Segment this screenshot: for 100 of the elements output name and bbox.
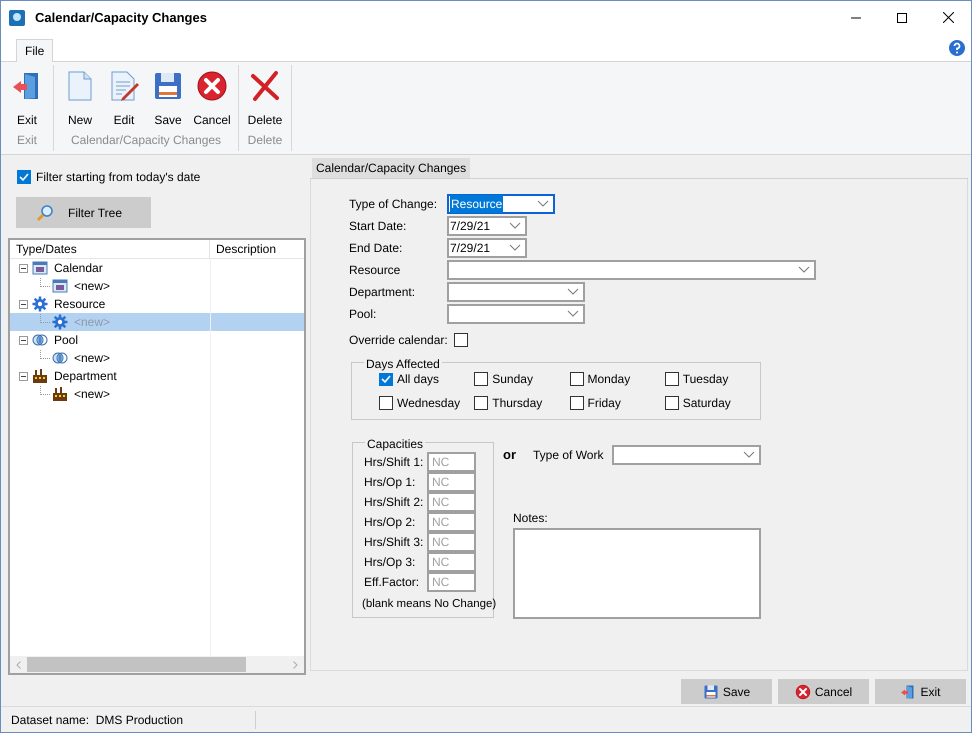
factory-icon bbox=[52, 386, 68, 402]
input-field[interactable]: NC bbox=[427, 552, 476, 572]
collapse-toggle-icon[interactable] bbox=[19, 264, 28, 272]
input-field[interactable]: NC bbox=[427, 452, 476, 472]
status-text: Dataset name: DMS Production bbox=[11, 710, 256, 728]
dropdown-field[interactable]: 7/29/21 bbox=[447, 238, 527, 258]
chevron-down-icon bbox=[509, 244, 521, 252]
toolbar-button[interactable]: Exit bbox=[5, 65, 49, 129]
collapse-toggle-icon[interactable] bbox=[19, 300, 28, 308]
field-label: Resource bbox=[349, 262, 402, 279]
chevron-down-icon bbox=[567, 288, 579, 296]
panel-tab[interactable]: Calendar/Capacity Changes bbox=[312, 158, 470, 178]
horizontal-scrollbar[interactable] bbox=[10, 656, 304, 673]
chevron-down-icon bbox=[567, 310, 579, 318]
checkbox[interactable] bbox=[664, 396, 679, 410]
close-icon bbox=[942, 12, 954, 23]
field-label: Hrs/Op 1: bbox=[364, 474, 416, 491]
group-label: Calendar/Capacity Changes bbox=[70, 132, 222, 149]
input-field[interactable]: NC bbox=[427, 572, 476, 592]
cancel-icon bbox=[794, 684, 811, 700]
footer-button[interactable]: Cancel bbox=[778, 679, 869, 704]
dropdown-field[interactable]: Resource bbox=[447, 194, 555, 214]
or-label: or bbox=[503, 446, 517, 464]
dropdown-field[interactable] bbox=[447, 260, 816, 280]
checkbox[interactable] bbox=[474, 372, 488, 386]
checkbox[interactable] bbox=[570, 396, 584, 410]
field-label: Pool: bbox=[349, 306, 378, 323]
maximize-icon bbox=[897, 12, 907, 22]
field-label: Hrs/Shift 1: bbox=[364, 454, 424, 471]
linked-circles-icon bbox=[32, 332, 48, 348]
input-field[interactable]: NC bbox=[427, 472, 476, 492]
tree-item[interactable]: Calendar bbox=[10, 259, 304, 277]
checkbox[interactable] bbox=[454, 333, 468, 347]
field-label: End Date: bbox=[349, 240, 404, 257]
input-field[interactable]: NC bbox=[427, 492, 476, 512]
chevron-down-icon bbox=[537, 200, 549, 208]
checkbox[interactable] bbox=[474, 396, 488, 410]
checkbox-label: Wednesday bbox=[397, 395, 460, 412]
tree-item[interactable]: Department bbox=[10, 367, 304, 385]
toolbar-button[interactable]: Save bbox=[146, 65, 190, 129]
chevron-down-icon bbox=[798, 266, 810, 274]
dropdown-field[interactable]: 7/29/21 bbox=[447, 216, 527, 236]
factory-icon bbox=[32, 368, 48, 384]
checkbox-label: Filter starting from today's date bbox=[36, 169, 200, 186]
toolbar-button[interactable]: Edit bbox=[102, 65, 146, 129]
checkbox[interactable] bbox=[664, 372, 679, 386]
ribbon-tab[interactable]: File bbox=[16, 39, 54, 62]
help-icon[interactable] bbox=[949, 40, 965, 56]
checkbox-label: Friday bbox=[588, 395, 621, 412]
app-icon bbox=[9, 10, 25, 26]
field-label: Type of Work bbox=[533, 447, 604, 464]
chevron-down-icon bbox=[509, 222, 521, 230]
checkbox[interactable] bbox=[17, 170, 31, 184]
scrollbar-thumb[interactable] bbox=[27, 657, 246, 672]
field-label: Type of Change: bbox=[349, 196, 438, 213]
footer-button[interactable]: Exit bbox=[875, 679, 966, 704]
checkbox-label: Thursday bbox=[492, 395, 542, 412]
field-label: Eff.Factor: bbox=[364, 574, 420, 591]
group-label: Delete bbox=[248, 132, 282, 149]
checkbox-label: Tuesday bbox=[682, 371, 728, 388]
tree-item[interactable]: Pool bbox=[10, 331, 304, 349]
group-label: Exit bbox=[16, 132, 37, 149]
window-title: Calendar/Capacity Changes bbox=[35, 8, 207, 27]
checkbox[interactable] bbox=[570, 372, 584, 386]
filter-tree-button[interactable]: Filter Tree bbox=[16, 197, 151, 228]
gear-icon bbox=[52, 314, 68, 330]
field-label: Notes: bbox=[513, 510, 549, 527]
dropdown-field[interactable] bbox=[447, 304, 585, 324]
dropdown-field[interactable] bbox=[612, 445, 761, 465]
column-header[interactable]: Type/Dates bbox=[10, 240, 210, 258]
magnifier-icon bbox=[36, 204, 54, 222]
tree-item[interactable]: <new> bbox=[10, 277, 304, 295]
exit-door-icon bbox=[900, 684, 916, 700]
toolbar-button[interactable]: Cancel bbox=[190, 65, 234, 129]
tree-item[interactable]: <new> bbox=[10, 349, 304, 367]
collapse-toggle-icon[interactable] bbox=[19, 372, 28, 380]
input-field[interactable]: NC bbox=[427, 532, 476, 552]
column-header[interactable]: Description bbox=[210, 240, 304, 258]
cancel-icon bbox=[196, 70, 228, 102]
checkbox-label: Saturday bbox=[682, 395, 731, 412]
field-label: Hrs/Op 2: bbox=[364, 514, 416, 531]
hint-text: (blank means No Change) bbox=[362, 597, 493, 612]
tree-item[interactable]: <new> bbox=[10, 385, 304, 403]
input-field[interactable]: NC bbox=[427, 512, 476, 532]
chevron-down-icon bbox=[743, 451, 755, 459]
toolbar-button[interactable]: New bbox=[58, 65, 102, 129]
field-label: Hrs/Shift 3: bbox=[364, 534, 424, 551]
field-label: Hrs/Op 3: bbox=[364, 554, 416, 571]
collapse-toggle-icon[interactable] bbox=[19, 336, 28, 344]
checkbox[interactable] bbox=[379, 372, 393, 386]
calendar-icon bbox=[32, 260, 48, 276]
footer-button[interactable]: Save bbox=[681, 679, 772, 704]
delete-x-icon bbox=[249, 70, 281, 102]
dropdown-field[interactable] bbox=[447, 282, 585, 302]
field-label: Override calendar: bbox=[349, 332, 448, 349]
checkbox[interactable] bbox=[379, 396, 393, 410]
notes-field[interactable] bbox=[513, 528, 761, 619]
checkbox-label: All days bbox=[397, 371, 440, 388]
toolbar-button[interactable]: Delete bbox=[243, 65, 287, 129]
calendar-icon bbox=[52, 278, 68, 294]
